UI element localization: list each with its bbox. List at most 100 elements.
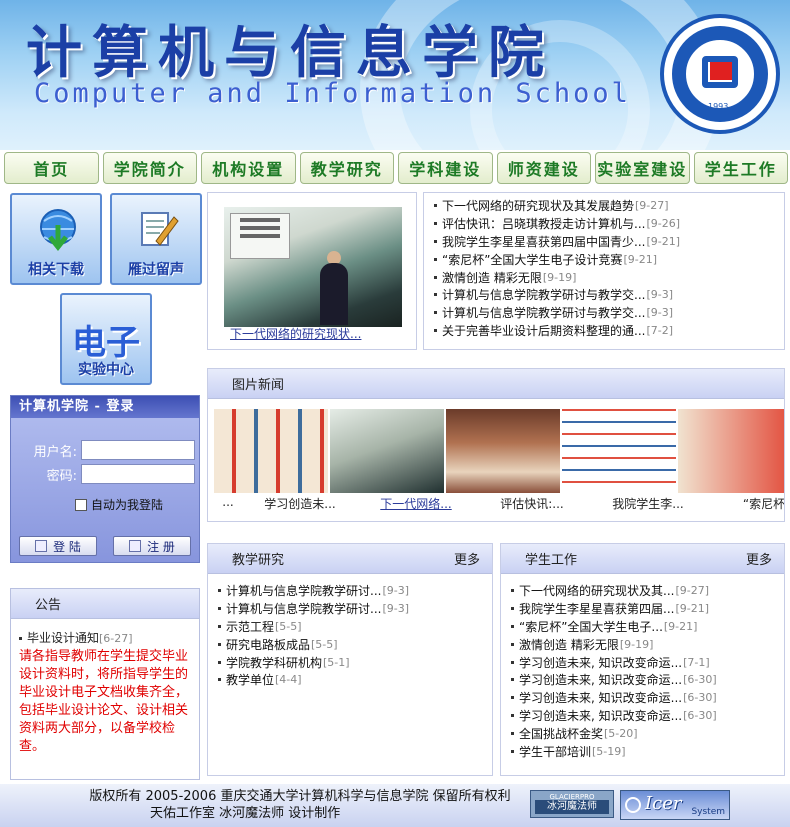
news-title[interactable]: 关于完善毕业设计后期资料整理的通...	[442, 322, 645, 339]
list-item[interactable]: 计算机与信息学院教学研讨... [9-3]	[208, 582, 492, 600]
item-title[interactable]: 下一代网络的研究现状及其...	[519, 582, 674, 599]
item-date: [6-30]	[683, 673, 717, 687]
news-thumbnail[interactable]	[446, 409, 560, 493]
badge-main-text: 冰河魔法师	[535, 800, 609, 814]
item-title[interactable]: 我院学生李星星喜获第四届...	[519, 600, 674, 617]
list-item[interactable]: 激情创造 精彩无限 [9-19]	[424, 268, 784, 286]
bullet-icon	[511, 660, 514, 664]
electronic-lab-button[interactable]: 电子 实验中心	[60, 293, 152, 385]
list-item[interactable]: 学院教学科研机构 [5-1]	[208, 653, 492, 671]
news-title[interactable]: 评估快讯：吕晓琪教授走访计算机与...	[442, 215, 645, 232]
list-item[interactable]: “索尼杯”全国大学生电子设计竞赛 [9-21]	[424, 250, 784, 268]
nav-lab[interactable]: 实验室建设	[595, 152, 690, 184]
nav-faculty[interactable]: 师资建设	[496, 152, 591, 184]
news-title[interactable]: “索尼杯”全国大学生电子设计竞赛	[442, 251, 622, 268]
glacierpro-badge[interactable]: GLACIERPRO 冰河魔法师	[530, 790, 614, 818]
download-button[interactable]: 相关下载	[10, 193, 102, 285]
picture-caption[interactable]: 下一代网络...	[358, 495, 474, 512]
list-item[interactable]: 学习创造未来, 知识改变命运... [7-1]	[501, 653, 784, 671]
nav-home[interactable]: 首页	[4, 152, 99, 184]
item-title[interactable]: 计算机与信息学院教学研讨...	[226, 582, 381, 599]
list-item[interactable]: “索尼杯”全国大学生电子... [9-21]	[501, 618, 784, 636]
list-item[interactable]: 全国挑战杯金奖 [5-20]	[501, 724, 784, 742]
login-button[interactable]: 登 陆	[19, 536, 97, 556]
item-title[interactable]: 激情创造 精彩无限	[519, 636, 619, 653]
item-title[interactable]: 学习创造未来, 知识改变命运...	[519, 689, 682, 706]
nav-intro[interactable]: 学院简介	[102, 152, 197, 184]
photo-speaker	[320, 263, 348, 325]
list-item[interactable]: 学习创造未来, 知识改变命运... [6-30]	[501, 671, 784, 689]
news-title[interactable]: 下一代网络的研究现状及其发展趋势	[442, 197, 634, 214]
item-title[interactable]: 学习创造未来, 知识改变命运...	[519, 671, 682, 688]
news-thumbnail[interactable]	[678, 409, 784, 493]
list-item[interactable]: 我院学生李星星喜获第四届中国青少... [9-21]	[424, 233, 784, 251]
item-title[interactable]: 学习创造未来, 知识改变命运...	[519, 707, 682, 724]
list-item[interactable]: 学习创造未来, 知识改变命运... [6-30]	[501, 689, 784, 707]
picture-caption[interactable]: ...	[214, 495, 242, 512]
list-item[interactable]: 下一代网络的研究现状及其... [9-27]	[501, 582, 784, 600]
auto-login-checkbox[interactable]	[75, 498, 87, 511]
list-item[interactable]: 关于完善毕业设计后期资料整理的通... [7-2]	[424, 322, 784, 340]
news-date: [9-21]	[623, 252, 657, 266]
list-item[interactable]: 下一代网络的研究现状及其发展趋势 [9-27]	[424, 197, 784, 215]
item-title[interactable]: 学院教学科研机构	[226, 654, 322, 671]
item-title[interactable]: 学习创造未来, 知识改变命运...	[519, 654, 682, 671]
nav-discipline[interactable]: 学科建设	[398, 152, 493, 184]
list-item[interactable]: 计算机与信息学院教学研讨与教学交... [9-3]	[424, 304, 784, 322]
list-item[interactable]: 激情创造 精彩无限 [9-19]	[501, 635, 784, 653]
guestbook-button[interactable]: 雁过留声	[110, 193, 202, 285]
headline-photo-caption[interactable]: 下一代网络的研究现状...	[230, 325, 361, 342]
news-thumbnail[interactable]	[562, 409, 676, 493]
list-item[interactable]: 教学单位 [4-4]	[208, 671, 492, 689]
teaching-more-link[interactable]: 更多	[454, 549, 480, 568]
register-button[interactable]: 注 册	[113, 536, 191, 556]
nav-students[interactable]: 学生工作	[693, 152, 788, 184]
list-item[interactable]: 示范工程 [5-5]	[208, 618, 492, 636]
item-title[interactable]: 学生干部培训	[519, 743, 591, 760]
item-title[interactable]: 示范工程	[226, 618, 274, 635]
list-item[interactable]: 学习创造未来, 知识改变命运... [6-30]	[501, 707, 784, 725]
auto-login-option[interactable]: 自动为我登陆	[75, 496, 163, 513]
student-work-more-link[interactable]: 更多	[746, 549, 772, 568]
username-input[interactable]	[81, 440, 195, 460]
nav-teaching[interactable]: 教学研究	[299, 152, 394, 184]
picture-caption[interactable]: 学习创造未...	[242, 495, 358, 512]
news-date: [9-3]	[646, 288, 674, 302]
copyright-line: 版权所有 2005-2006 重庆交通大学计算机科学与信息学院 保留所有权利	[89, 789, 511, 804]
item-title[interactable]: 教学单位	[226, 671, 274, 688]
picture-caption[interactable]: “索尼杯	[706, 495, 784, 512]
login-panel: 计算机学院 - 登录 用户名: 密码: 自动为我登陆 登 陆 注 册	[10, 395, 200, 563]
news-title[interactable]: 激情创造 精彩无限	[442, 269, 542, 286]
globe-icon	[625, 797, 641, 813]
picture-caption[interactable]: 评估快讯:...	[474, 495, 590, 512]
icer-system-badge[interactable]: Icer System	[620, 790, 730, 820]
news-thumbnail[interactable]	[214, 409, 328, 493]
nav-organization[interactable]: 机构设置	[201, 152, 296, 184]
guestbook-label: 雁过留声	[128, 262, 184, 278]
list-item[interactable]: 我院学生李星星喜获第四届... [9-21]	[501, 600, 784, 618]
news-title[interactable]: 计算机与信息学院教学研讨与教学交...	[442, 304, 645, 321]
list-item[interactable]: 计算机与信息学院教学研讨与教学交... [9-3]	[424, 286, 784, 304]
list-item[interactable]: 学生干部培训 [5-19]	[501, 742, 784, 760]
footer-text: 版权所有 2005-2006 重庆交通大学计算机科学与信息学院 保留所有权利 天…	[0, 788, 600, 822]
password-input[interactable]	[81, 464, 195, 484]
news-title[interactable]: 我院学生李星星喜获第四届中国青少...	[442, 233, 645, 250]
list-item[interactable]: 研究电路板成品 [5-5]	[208, 635, 492, 653]
news-title[interactable]: 计算机与信息学院教学研讨与教学交...	[442, 286, 645, 303]
list-item[interactable]: 计算机与信息学院教学研讨... [9-3]	[208, 600, 492, 618]
item-title[interactable]: 研究电路板成品	[226, 636, 310, 653]
item-date: [9-3]	[382, 602, 410, 616]
list-item[interactable]: 评估快讯：吕晓琪教授走访计算机与... [9-26]	[424, 215, 784, 233]
item-title[interactable]: 全国挑战杯金奖	[519, 725, 603, 742]
item-date: [9-19]	[619, 637, 654, 651]
item-title[interactable]: 计算机与信息学院教学研讨...	[226, 600, 381, 617]
logo-year: 1993	[708, 102, 729, 111]
headline-photo[interactable]	[224, 207, 402, 327]
student-work-title: 学生工作	[525, 553, 578, 568]
notice-item[interactable]: 毕业设计通知[6-27]	[11, 619, 199, 646]
picture-captions: ... 学习创造未... 下一代网络... 评估快讯:... 我院学生李... …	[214, 495, 784, 512]
picture-caption[interactable]: 我院学生李...	[590, 495, 706, 512]
logo-mark-accent	[710, 62, 732, 80]
item-title[interactable]: “索尼杯”全国大学生电子...	[519, 618, 663, 635]
news-thumbnail[interactable]	[330, 409, 444, 493]
